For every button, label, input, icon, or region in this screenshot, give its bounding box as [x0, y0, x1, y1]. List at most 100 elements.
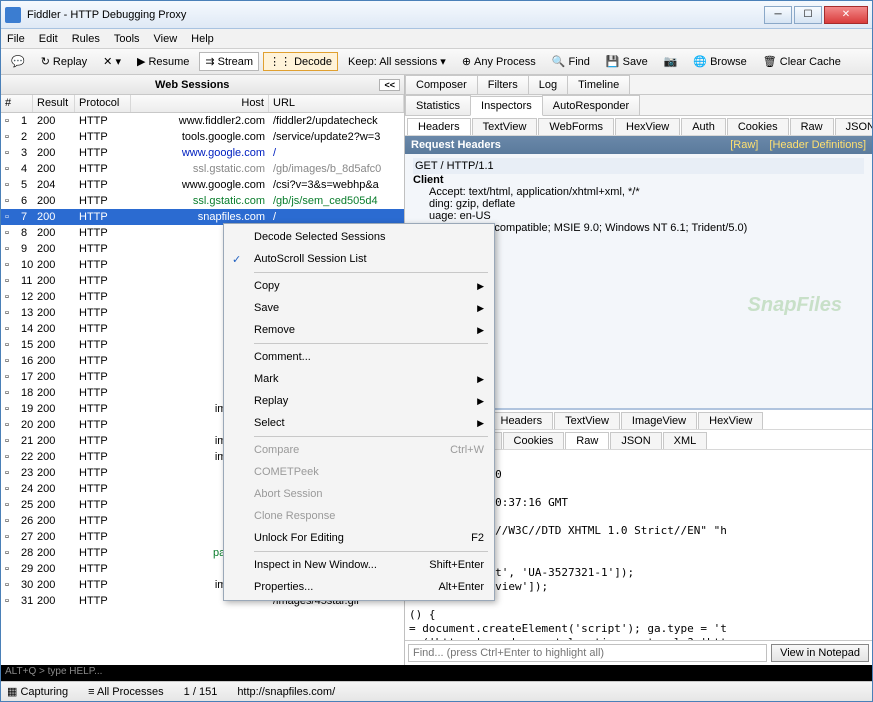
minimize-button[interactable]: ─	[764, 6, 792, 24]
save-button[interactable]: 💾 Save	[600, 52, 654, 71]
ctx-select[interactable]: Select▶	[226, 412, 492, 434]
col-host[interactable]: Host	[131, 95, 269, 112]
replay-button[interactable]: ↻ Replay	[35, 52, 93, 71]
watermark: SnapFiles	[748, 294, 842, 317]
request-headers-bar: Request Headers [Raw] [Header Definition…	[405, 136, 872, 154]
ctx-save[interactable]: Save▶	[226, 297, 492, 319]
resp-tab-hexview[interactable]: HexView	[698, 412, 763, 429]
comment-button[interactable]: 💬	[5, 52, 31, 71]
request-inspector-tabs: HeadersTextViewWebFormsHexViewAuthCookie…	[405, 116, 872, 136]
remove-button[interactable]: ✕ ▾	[97, 52, 127, 71]
session-row[interactable]: ▫5204HTTPwww.google.com/csi?v=3&s=webhp&…	[1, 177, 404, 193]
col-url[interactable]: URL	[269, 95, 404, 112]
req-tab-json[interactable]: JSON	[835, 118, 872, 135]
top-tabs: ComposerFiltersLogTimeline	[405, 75, 872, 95]
titlebar: Fiddler - HTTP Debugging Proxy ─ ☐ ✕	[1, 1, 872, 29]
resp-tab-raw[interactable]: Raw	[565, 432, 609, 449]
status-capturing[interactable]: ▦ Capturing	[7, 685, 68, 698]
session-row[interactable]: ▫1200HTTPwww.fiddler2.com/fiddler2/updat…	[1, 113, 404, 129]
menu-edit[interactable]: Edit	[39, 33, 58, 45]
menu-tools[interactable]: Tools	[114, 33, 140, 45]
find-input[interactable]	[408, 644, 767, 662]
find-button[interactable]: 🔍 Find	[546, 52, 596, 71]
col-num[interactable]: #	[1, 95, 33, 112]
col-result[interactable]: Result	[33, 95, 75, 112]
ctx-decode-selected-sessions[interactable]: Decode Selected Sessions	[226, 226, 492, 248]
menu-view[interactable]: View	[154, 33, 178, 45]
bottom-tabs: StatisticsInspectorsAutoResponder	[405, 95, 872, 116]
ctx-copy[interactable]: Copy▶	[226, 275, 492, 297]
req-tab-webforms[interactable]: WebForms	[538, 118, 614, 135]
maximize-button[interactable]: ☐	[794, 6, 822, 24]
clear-cache-button[interactable]: 🗑 Clear Cache	[757, 52, 847, 71]
app-icon	[5, 7, 21, 23]
col-protocol[interactable]: Protocol	[75, 95, 131, 112]
resp-tab-imageview[interactable]: ImageView	[621, 412, 697, 429]
find-bar: View in Notepad	[405, 640, 872, 665]
req-tab-headers[interactable]: Headers	[407, 118, 471, 135]
ctx-cometpeek: COMETPeek	[226, 461, 492, 483]
window-title: Fiddler - HTTP Debugging Proxy	[27, 9, 764, 21]
menubar: File Edit Rules Tools View Help	[1, 29, 872, 49]
app-window: Fiddler - HTTP Debugging Proxy ─ ☐ ✕ Fil…	[0, 0, 873, 702]
resume-button[interactable]: ▶ Resume	[131, 52, 195, 71]
browse-button[interactable]: 🌐 Browse	[687, 52, 752, 71]
statusbar: ▦ Capturing ≡ All Processes 1 / 151 http…	[1, 681, 872, 701]
session-row[interactable]: ▫4200HTTPssl.gstatic.com/gb/images/b_8d5…	[1, 161, 404, 177]
ctx-properties-[interactable]: Properties...Alt+Enter	[226, 576, 492, 598]
quickexec-bar[interactable]: ALT+Q > type HELP...	[1, 665, 872, 681]
resp-tab-xml[interactable]: XML	[663, 432, 708, 449]
menu-rules[interactable]: Rules	[72, 33, 100, 45]
context-menu: Decode Selected Sessions✓AutoScroll Sess…	[223, 223, 495, 601]
ctx-comment-[interactable]: Comment...	[226, 346, 492, 368]
stream-button[interactable]: ⇉ Stream	[199, 52, 259, 71]
status-count: 1 / 151	[184, 686, 218, 698]
req-tab-raw[interactable]: Raw	[790, 118, 834, 135]
tab-statistics[interactable]: Statistics	[405, 95, 471, 115]
request-headers-title: Request Headers	[411, 139, 501, 151]
client-group: Client	[413, 174, 444, 186]
ctx-clone-response: Clone Response	[226, 505, 492, 527]
ctx-unlock-for-editing[interactable]: Unlock For EditingF2	[226, 527, 492, 549]
req-tab-hexview[interactable]: HexView	[615, 118, 680, 135]
decode-button[interactable]: ⋮⋮ Decode	[263, 52, 338, 71]
tab-filters[interactable]: Filters	[477, 75, 529, 94]
tab-autoresponder[interactable]: AutoResponder	[542, 95, 640, 115]
session-row[interactable]: ▫6200HTTPssl.gstatic.com/gb/js/sem_ced50…	[1, 193, 404, 209]
ctx-autoscroll-session-list[interactable]: ✓AutoScroll Session List	[226, 248, 492, 270]
tab-timeline[interactable]: Timeline	[567, 75, 630, 94]
req-tab-auth[interactable]: Auth	[681, 118, 726, 135]
menu-help[interactable]: Help	[191, 33, 214, 45]
header-defs-link[interactable]: [Header Definitions]	[769, 139, 866, 151]
session-row[interactable]: ▫2200HTTPtools.google.com/service/update…	[1, 129, 404, 145]
ctx-replay[interactable]: Replay▶	[226, 390, 492, 412]
ctx-compare: CompareCtrl+W	[226, 439, 492, 461]
raw-link[interactable]: [Raw]	[730, 139, 758, 151]
tab-inspectors[interactable]: Inspectors	[470, 96, 543, 116]
resp-tab-headers[interactable]: Headers	[490, 412, 554, 429]
tab-composer[interactable]: Composer	[405, 75, 478, 94]
any-process-button[interactable]: ⊕ Any Process	[456, 52, 542, 71]
header-accept: Accept: text/html, application/xhtml+xml…	[429, 186, 864, 198]
status-processes[interactable]: ≡ All Processes	[88, 686, 164, 698]
ctx-inspect-in-new-window-[interactable]: Inspect in New Window...Shift+Enter	[226, 554, 492, 576]
screenshot-button[interactable]: 📷	[658, 52, 684, 71]
ctx-mark[interactable]: Mark▶	[226, 368, 492, 390]
status-url: http://snapfiles.com/	[237, 686, 335, 698]
menu-file[interactable]: File	[7, 33, 25, 45]
toolbar: 💬 ↻ Replay ✕ ▾ ▶ Resume ⇉ Stream ⋮⋮ Deco…	[1, 49, 872, 75]
resp-tab-textview[interactable]: TextView	[554, 412, 620, 429]
view-in-notepad-button[interactable]: View in Notepad	[771, 644, 869, 662]
close-button[interactable]: ✕	[824, 6, 868, 24]
resp-tab-json[interactable]: JSON	[610, 432, 661, 449]
ctx-remove[interactable]: Remove▶	[226, 319, 492, 341]
resp-tab-cookies[interactable]: Cookies	[503, 432, 565, 449]
req-tab-cookies[interactable]: Cookies	[727, 118, 789, 135]
collapse-button[interactable]: <<	[379, 79, 400, 91]
tab-log[interactable]: Log	[528, 75, 568, 94]
header-encoding: ding: gzip, deflate	[429, 198, 864, 210]
keep-dropdown[interactable]: Keep: All sessions ▾	[342, 52, 452, 71]
req-tab-textview[interactable]: TextView	[472, 118, 538, 135]
session-row[interactable]: ▫3200HTTPwww.google.com/	[1, 145, 404, 161]
ctx-abort-session: Abort Session	[226, 483, 492, 505]
